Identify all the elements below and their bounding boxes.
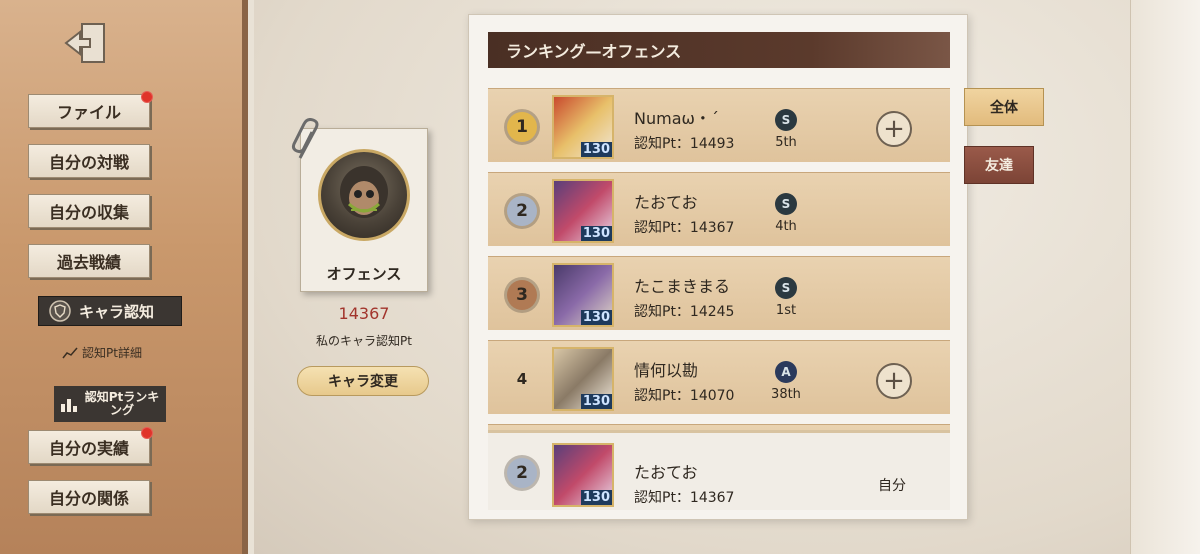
player-level: 130 — [580, 142, 612, 157]
change-character-label: キャラ変更 — [328, 374, 398, 390]
ranking-row[interactable]: 1 130 Numaω・´ 認知Pt：14493 S 5th + — [488, 88, 950, 162]
player-name: たおてお — [634, 463, 698, 482]
self-ranking-row: 2 130 たおてお 認知Pt：14367 自分 — [488, 430, 950, 510]
tab-friends-label: 友達 — [985, 158, 1013, 174]
plus-icon: + — [883, 366, 905, 396]
menu-achievements-label: 自分の実績 — [48, 439, 129, 458]
player-level: 130 — [580, 394, 612, 409]
paperclip-icon — [291, 118, 319, 159]
player-points: 認知Pt：14367 — [634, 490, 735, 506]
menu-battles-button[interactable]: 自分の対戦 — [28, 144, 150, 178]
rank-badge: 2 — [502, 453, 542, 493]
ranking-list[interactable]: 1 130 Numaω・´ 認知Pt：14493 S 5th + 2 130 た… — [488, 88, 950, 430]
shield-icon — [49, 300, 71, 322]
chart-line-icon — [62, 347, 78, 358]
rank-number: 2 — [516, 201, 528, 221]
menu-history-label: 過去戦績 — [56, 253, 121, 272]
notification-dot — [141, 91, 153, 103]
player-level: 130 — [580, 490, 612, 505]
rank-number: 4 — [516, 370, 528, 388]
menu-file-label: ファイル — [56, 103, 121, 122]
rank-badge-circle: 2 — [507, 196, 537, 226]
rank-badge: 2 — [502, 191, 542, 231]
rank-badge-circle: 2 — [507, 458, 537, 488]
player-level: 130 — [580, 226, 612, 241]
menu-pt-ranking-label: 認知Ptランキング — [84, 389, 160, 417]
ranking-row[interactable]: 3 130 たこまきまる 認知Pt：14245 S 1st — [488, 256, 950, 330]
player-avatar[interactable]: 130 — [552, 263, 614, 327]
rank-number: 2 — [516, 463, 528, 483]
menu-character-recognition-label: キャラ認知 — [79, 302, 155, 321]
player-avatar[interactable]: 130 — [552, 179, 614, 243]
character-name: オフェンス — [326, 265, 402, 283]
ranking-row[interactable]: 2 130 たおてお 認知Pt：14367 S 4th — [488, 172, 950, 246]
player-name: Numaω・´ — [634, 109, 719, 128]
tab-all-label: 全体 — [990, 100, 1018, 116]
menu-pt-detail-link[interactable]: 認知Pt詳細 — [62, 344, 142, 361]
add-friend-button[interactable]: + — [876, 363, 912, 399]
menu-achievements-button[interactable]: 自分の実績 — [28, 427, 153, 464]
paper-edge — [1130, 0, 1200, 554]
player-points: 認知Pt：14245 — [634, 304, 735, 320]
menu-battles-label: 自分の対戦 — [48, 153, 129, 172]
player-name: たおてお — [634, 193, 698, 212]
exit-icon[interactable] — [62, 18, 112, 68]
tab-friends[interactable]: 友達 — [964, 146, 1034, 184]
rank-number: 1 — [516, 117, 528, 137]
player-avatar[interactable]: 130 — [552, 347, 614, 411]
add-friend-button[interactable]: + — [876, 111, 912, 147]
player-points: 認知Pt：14070 — [634, 388, 735, 404]
menu-character-recognition-button[interactable]: キャラ認知 — [38, 296, 182, 326]
menu-collection-label: 自分の収集 — [48, 203, 129, 222]
menu-history-button[interactable]: 過去戦績 — [28, 244, 150, 278]
rank-number: 3 — [516, 285, 528, 305]
menu-pt-detail-label: 認知Pt詳細 — [82, 346, 142, 360]
rank-badge-circle: 3 — [507, 280, 537, 310]
rank-badge: 3 — [502, 275, 542, 315]
notification-dot — [141, 427, 153, 439]
helmet-portrait-icon — [340, 166, 388, 218]
character-portrait — [318, 149, 410, 241]
tier-s-icon: S — [775, 277, 797, 299]
player-name: たこまきまる — [634, 277, 731, 296]
rank-badge: 1 — [502, 107, 542, 147]
self-label: 自分 — [878, 478, 906, 494]
ranking-row[interactable]: 4 130 情何以勘 認知Pt：14070 A 38th + — [488, 340, 950, 414]
menu-file-button[interactable]: ファイル — [28, 91, 153, 128]
change-character-button[interactable]: キャラ変更 — [297, 366, 429, 396]
plus-icon: + — [883, 114, 905, 144]
tier-s-icon: S — [775, 193, 797, 215]
tier-rank: 1st — [775, 303, 797, 318]
tier-rank: 5th — [775, 135, 797, 150]
bar-chart-icon — [61, 399, 77, 412]
menu-collection-button[interactable]: 自分の収集 — [28, 194, 150, 228]
player-level: 130 — [580, 310, 612, 325]
tier-s-icon: S — [775, 109, 797, 131]
tier-rank: 4th — [775, 219, 797, 234]
menu-relations-button[interactable]: 自分の関係 — [28, 480, 150, 514]
player-avatar[interactable]: 130 — [552, 95, 614, 159]
menu-pt-ranking-button[interactable]: 認知Ptランキング — [54, 386, 166, 422]
player-name: 情何以勘 — [634, 361, 699, 380]
player-points: 認知Pt：14367 — [634, 220, 735, 236]
tier-rank: 38th — [771, 387, 801, 402]
my-points-value: 14367 — [338, 304, 390, 323]
my-points-label: 私のキャラ認知Pt — [316, 334, 412, 348]
player-avatar[interactable]: 130 — [552, 443, 614, 507]
rank-badge: 4 — [502, 359, 542, 399]
player-points: 認知Pt：14493 — [634, 136, 735, 152]
sidebar: ファイル 自分の対戦 自分の収集 過去戦績 キャラ認知 認知Pt詳細 認知Ptラ… — [0, 0, 248, 554]
rank-badge-circle: 1 — [507, 112, 537, 142]
tier-a-icon: A — [775, 361, 797, 383]
tab-all[interactable]: 全体 — [964, 88, 1044, 126]
menu-relations-label: 自分の関係 — [48, 489, 129, 508]
ranking-title: ランキング—オフェンス — [488, 32, 950, 68]
